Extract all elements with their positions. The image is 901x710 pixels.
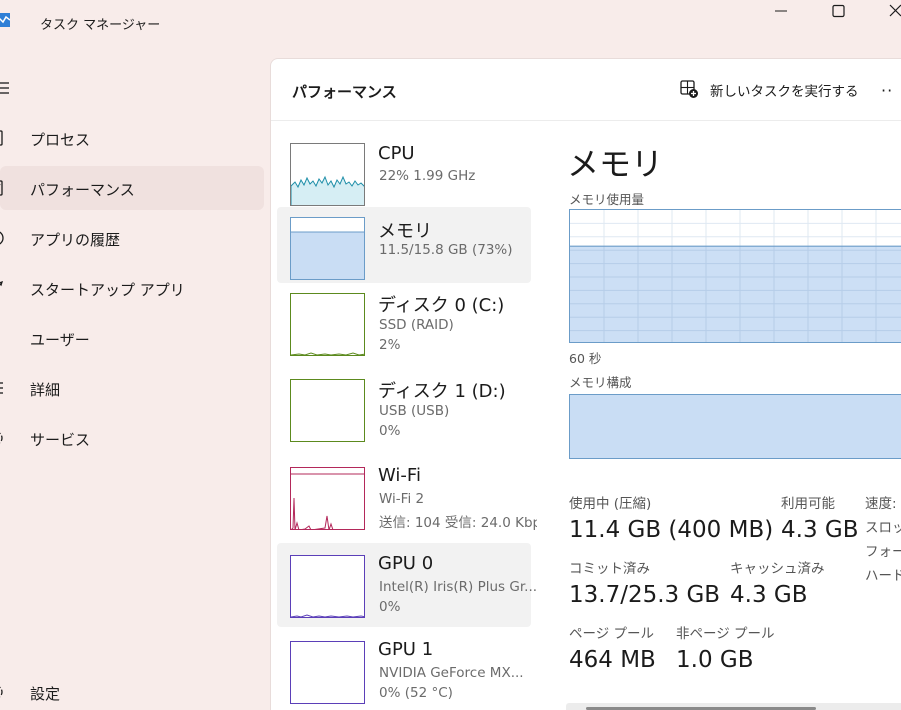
maximize-icon [832, 4, 845, 18]
device-detail: NVIDIA GeForce MX... [379, 665, 524, 681]
hamburger-icon [0, 82, 9, 94]
committed-label: コミット済み [569, 561, 650, 577]
nonpaged-pool-label: 非ページ プール [676, 626, 775, 642]
cached-label: キャッシュ済み [730, 561, 825, 577]
device-detail: 22% 1.99 GHz [379, 168, 476, 184]
device-disk-0[interactable]: ディスク 0 (C:) SSD (RAID) 2% [277, 281, 531, 363]
gear-icon [0, 686, 3, 698]
device-usage: 0% [379, 599, 401, 615]
sidebar-item-processes[interactable]: プロセス [0, 116, 264, 160]
cpu-thumbnail-graph [290, 143, 365, 206]
sidebar-item-users[interactable]: ユーザー [0, 316, 264, 360]
device-gpu-1[interactable]: GPU 1 NVIDIA GeForce MX... 0% (52 °C) [277, 631, 531, 710]
memory-composition-label: メモリ構成 [569, 375, 632, 390]
minimize-button[interactable] [758, 0, 804, 24]
device-detail: 11.5/15.8 GB (73%) [379, 242, 513, 258]
device-usage: 0% [379, 423, 401, 439]
device-detail: USB (USB) [379, 403, 450, 419]
disk1-thumbnail-graph [290, 379, 365, 442]
device-wifi[interactable]: Wi-Fi Wi-Fi 2 送信: 104 受信: 24.0 Kbps [277, 455, 537, 539]
gpu1-thumbnail-graph [290, 641, 365, 704]
device-name: メモリ [378, 221, 432, 242]
maximize-button[interactable] [815, 0, 861, 24]
paged-pool-value: 464 MB [569, 647, 656, 673]
cached-value: 4.3 GB [730, 582, 808, 608]
sidebar-item-settings[interactable]: 設定 [0, 670, 264, 710]
device-memory[interactable]: メモリ 11.5/15.8 GB (73%) [277, 207, 531, 283]
services-icon [0, 432, 3, 444]
page-title: パフォーマンス [292, 83, 397, 101]
device-usage: 0% (52 °C) [379, 685, 453, 701]
memory-usage-graph-canvas [570, 210, 901, 342]
paged-pool-label: ページ プール [569, 626, 655, 642]
history-icon [0, 231, 4, 245]
device-detail: Wi-Fi 2 [379, 491, 425, 507]
sidebar-item-label: パフォーマンス [30, 181, 135, 199]
memory-usage-area [570, 246, 901, 342]
time-axis-label: 60 秒 [569, 351, 602, 366]
performance-icon [0, 180, 3, 196]
performance-panel: パフォーマンス 新しいタスクを実行する ·· CPU 22% 1.99 GHz [270, 58, 901, 710]
available-value: 4.3 GB [781, 517, 859, 543]
speed-label: 速度: [865, 496, 897, 512]
device-usage: 2% [379, 337, 401, 353]
processes-icon [0, 130, 3, 146]
committed-value: 13.7/25.3 GB [569, 582, 721, 608]
details-icon [0, 382, 3, 394]
device-name: ディスク 1 (D:) [378, 381, 506, 402]
users-icon [0, 328, 14, 348]
in-use-label: 使用中 (圧縮) [569, 496, 652, 512]
sidebar-item-details[interactable]: 詳細 [0, 366, 264, 410]
sidebar-item-label: ユーザー [30, 331, 90, 349]
device-name: GPU 1 [378, 639, 434, 660]
run-new-task-label: 新しいタスクを実行する [710, 84, 859, 100]
memory-composition-bar [569, 394, 901, 459]
sidebar-item-label: 詳細 [30, 381, 61, 399]
detail-title: メモリ [567, 145, 664, 183]
slots-label: スロット [865, 520, 901, 536]
sidebar-item-label: サービス [30, 431, 91, 449]
panel-header: パフォーマンス 新しいタスクを実行する ·· [271, 59, 901, 121]
close-button[interactable] [872, 0, 901, 24]
sidebar-item-startup-apps[interactable]: スタートアップ アプリ [0, 266, 264, 310]
startup-icon [0, 280, 4, 287]
device-detail: Intel(R) Iris(R) Plus Gr... [379, 579, 538, 595]
gpu0-thumbnail-graph [290, 555, 365, 618]
memory-thumbnail-graph [290, 217, 365, 280]
sidebar-item-performance[interactable]: パフォーマンス [0, 166, 264, 210]
device-gpu-0[interactable]: GPU 0 Intel(R) Iris(R) Plus Gr... 0% [277, 543, 537, 627]
device-name: GPU 0 [378, 553, 434, 574]
wifi-thumbnail-graph [290, 467, 365, 530]
more-options-button[interactable]: ·· [881, 81, 901, 101]
nonpaged-pool-value: 1.0 GB [676, 647, 754, 673]
close-icon [889, 4, 901, 17]
available-label: 利用可能 [781, 496, 835, 512]
hardware-reserved-label: ハードウ [865, 568, 901, 584]
device-detail: SSD (RAID) [379, 317, 454, 333]
minimize-icon [775, 10, 787, 12]
memory-usage-label: メモリ使用量 [569, 192, 645, 207]
device-disk-1[interactable]: ディスク 1 (D:) USB (USB) 0% [277, 367, 531, 449]
window-title: タスク マネージャー [40, 18, 161, 33]
new-task-icon [680, 80, 698, 98]
device-name: Wi-Fi [378, 465, 421, 486]
device-name: CPU [378, 143, 415, 164]
sidebar-item-label: アプリの履歴 [30, 231, 121, 249]
memory-usage-graph [569, 209, 901, 343]
device-cpu[interactable]: CPU 22% 1.99 GHz [277, 133, 531, 209]
sidebar-item-app-history[interactable]: アプリの履歴 [0, 216, 264, 260]
disk0-thumbnail-graph [290, 293, 365, 356]
task-manager-icon [0, 13, 10, 27]
device-throughput: 送信: 104 受信: 24.0 Kbps [379, 515, 537, 531]
in-use-value: 11.4 GB (400 MB) [569, 517, 774, 543]
title-bar: タスク マネージャー [0, 0, 901, 48]
sidebar-item-label: プロセス [30, 131, 91, 149]
form-factor-label: フォーム [865, 544, 901, 560]
device-name: ディスク 0 (C:) [378, 295, 505, 316]
nav-menu-button[interactable] [0, 78, 20, 98]
sidebar-item-label: 設定 [30, 685, 61, 703]
sidebar-item-services[interactable]: サービス [0, 416, 264, 460]
horizontal-scrollbar[interactable] [566, 703, 901, 710]
sidebar-item-label: スタートアップ アプリ [30, 281, 185, 299]
